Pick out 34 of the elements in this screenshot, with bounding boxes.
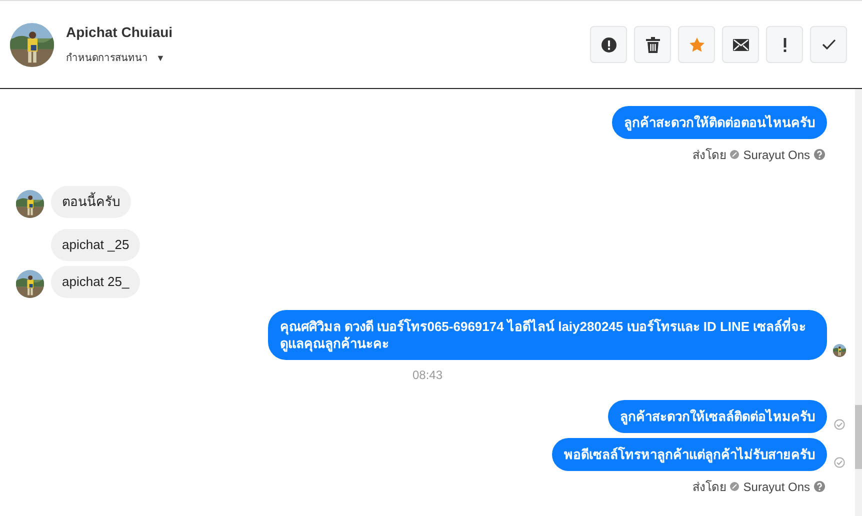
check-icon bbox=[822, 39, 836, 50]
delete-button[interactable] bbox=[634, 26, 671, 63]
message-bubble: apichat _25 bbox=[51, 229, 140, 261]
message-bubble: ลูกค้าสะดวกให้เซลล์ติดต่อไหมครับ bbox=[608, 400, 827, 433]
message-bubble: พอดีเซลล์โทรหาลูกค้าแต่ลูกค้าไม่รับสายครับ bbox=[552, 438, 827, 471]
mail-button[interactable] bbox=[722, 26, 759, 63]
message-bubble: ลูกค้าสะดวกให้ติดต่อตอนไหนครับ bbox=[612, 106, 827, 139]
sent-by-label: ส่งโดย bbox=[692, 147, 726, 164]
help-icon[interactable] bbox=[814, 481, 825, 492]
sent-check-icon bbox=[834, 419, 844, 430]
star-button[interactable] bbox=[678, 26, 715, 63]
contact-name: Apichat Chuiaui bbox=[66, 24, 174, 40]
message-bubble: คุณศศิวิมล ดวงดี เบอร์โทร065-6969174 ไอดีไลน์ laiy280245 เบอร์โทรและ ID LINE เซลล์ที่จะดูแลคุณลูกค้านะคะ bbox=[268, 310, 827, 360]
caret-icon[interactable]: ▼ bbox=[156, 52, 165, 62]
message-bubble: ตอนนี้ครับ bbox=[51, 186, 131, 218]
conversation-menu[interactable]: กำหนดการสนทนา bbox=[66, 50, 148, 65]
message-bubble: apichat 25_ bbox=[51, 266, 140, 298]
exclamation-icon bbox=[782, 38, 786, 52]
help-icon[interactable] bbox=[814, 149, 825, 160]
important-button[interactable] bbox=[766, 26, 803, 63]
mail-icon bbox=[732, 38, 748, 50]
agent-icon bbox=[730, 482, 740, 491]
alert-icon bbox=[600, 36, 616, 52]
agent-name: Surayut Ons bbox=[743, 148, 810, 162]
sent-check-icon bbox=[834, 457, 844, 468]
done-button[interactable] bbox=[810, 26, 847, 63]
timestamp: 08:43 bbox=[411, 368, 444, 382]
agent-icon bbox=[730, 150, 740, 159]
sent-by-label: ส่งโดย bbox=[692, 479, 726, 496]
scrollbar[interactable] bbox=[855, 89, 862, 516]
star-icon bbox=[688, 36, 704, 52]
trash-icon bbox=[646, 36, 660, 52]
agent-name: Surayut Ons bbox=[743, 480, 810, 494]
report-button[interactable] bbox=[590, 26, 627, 63]
